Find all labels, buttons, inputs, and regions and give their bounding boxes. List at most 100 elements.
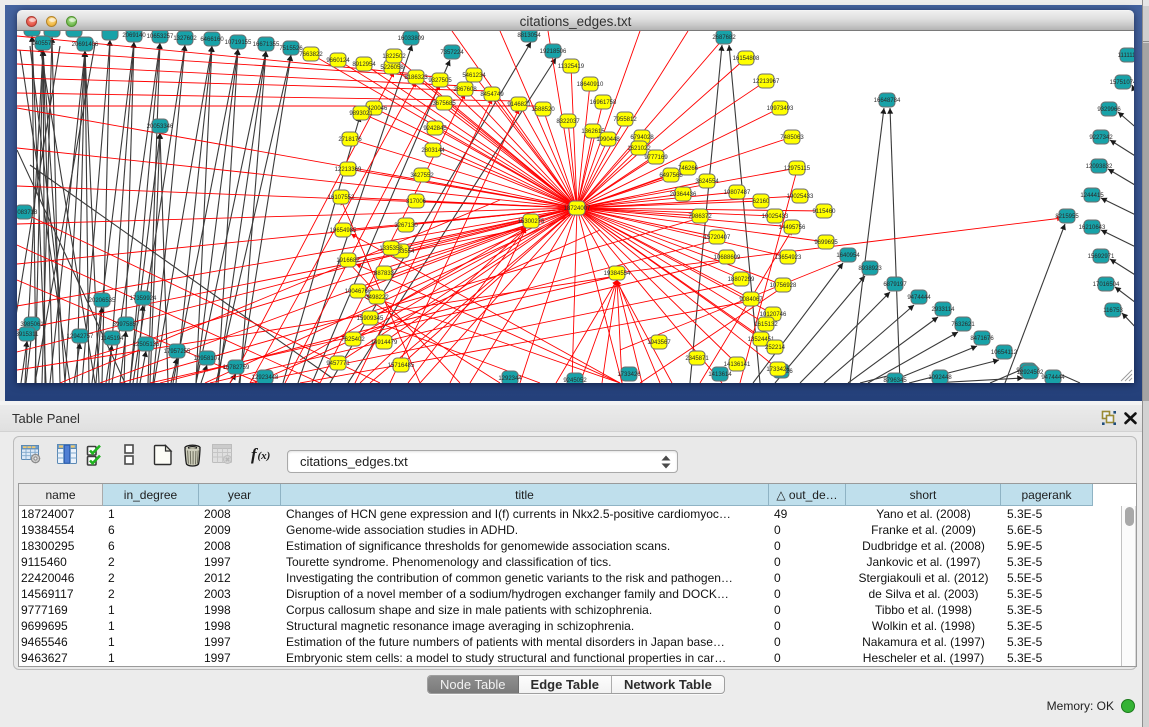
svg-text:10688609: 10688609: [714, 255, 741, 261]
svg-text:10756928: 10756928: [770, 283, 797, 289]
svg-text:1292344: 1292344: [498, 376, 522, 382]
svg-text:15751074: 15751074: [1110, 80, 1134, 86]
svg-text:10654112: 10654112: [991, 350, 1018, 356]
svg-text:2933114: 2933114: [932, 307, 956, 313]
svg-text:17359924: 17359924: [130, 296, 157, 302]
svg-text:1335358: 1335358: [379, 246, 403, 252]
svg-text:2687682: 2687682: [712, 35, 736, 41]
svg-text:9327505: 9327505: [428, 78, 452, 84]
svg-text:15692971: 15692971: [1088, 254, 1115, 260]
svg-text:1244415: 1244415: [1080, 193, 1104, 199]
svg-text:16210643: 16210643: [1079, 225, 1106, 231]
svg-text:9329966: 9329966: [1097, 107, 1121, 113]
svg-text:9245052: 9245052: [563, 378, 587, 383]
svg-text:317006: 317006: [406, 199, 427, 205]
svg-text:1588520: 1588520: [531, 107, 555, 113]
svg-text:2718176: 2718176: [338, 137, 362, 143]
svg-text:26083718: 26083718: [17, 210, 38, 216]
svg-text:12923448: 12923448: [252, 375, 279, 381]
svg-text:39975857: 39975857: [113, 322, 140, 328]
svg-text:1733426: 1733426: [617, 372, 641, 378]
svg-text:10719155: 10719155: [225, 40, 252, 46]
svg-text:12942757: 12942757: [67, 334, 94, 340]
svg-text:7357224: 7357224: [440, 50, 464, 56]
svg-text:3498222: 3498222: [365, 295, 389, 301]
svg-text:12505135: 12505135: [133, 342, 160, 348]
svg-text:3624554: 3624554: [695, 179, 719, 185]
svg-text:10807487: 10807487: [724, 190, 751, 196]
svg-text:9699695: 9699695: [814, 240, 838, 246]
svg-text:3267130: 3267130: [394, 223, 418, 229]
svg-text:10653257: 10653257: [147, 34, 174, 40]
svg-text:746266: 746266: [678, 166, 699, 172]
svg-text:15300275: 15300275: [518, 219, 545, 225]
svg-text:16107552: 16107552: [328, 195, 355, 201]
svg-text:18807299: 18807299: [728, 277, 755, 283]
svg-text:887833: 887833: [374, 271, 395, 277]
svg-text:9146821: 9146821: [507, 102, 531, 108]
svg-text:9457771: 9457771: [326, 361, 350, 367]
svg-text:14495756: 14495756: [779, 225, 806, 231]
svg-text:15716485: 15716485: [388, 363, 415, 369]
svg-text:10958107: 10958107: [194, 356, 221, 362]
svg-text:252214: 252214: [765, 345, 786, 351]
svg-text:9474444: 9474444: [1041, 375, 1065, 381]
svg-text:9242845: 9242845: [423, 126, 447, 132]
svg-text:1413614: 1413614: [708, 372, 732, 378]
svg-text:16033809: 16033809: [398, 36, 425, 42]
svg-text:1092448: 1092448: [928, 375, 952, 381]
svg-text:2069140: 2069140: [122, 33, 146, 39]
svg-text:16648784: 16648784: [874, 98, 901, 104]
svg-text:7663822: 7663822: [299, 52, 323, 58]
svg-text:7955812: 7955812: [613, 117, 637, 123]
svg-text:9777169: 9777169: [644, 155, 668, 161]
svg-text:20053346: 20053346: [147, 124, 174, 130]
svg-text:19384554: 19384554: [604, 271, 631, 277]
svg-text:3427552: 3427552: [410, 173, 434, 179]
svg-text:10973493: 10973493: [767, 106, 794, 112]
svg-text:15720407: 15720407: [704, 235, 731, 241]
svg-text:3915311: 3915311: [17, 332, 39, 338]
svg-text:9115460: 9115460: [813, 209, 837, 215]
svg-text:1111111: 1111111: [1118, 53, 1134, 59]
svg-text:12975115: 12975115: [784, 166, 811, 172]
svg-text:8471676: 8471676: [970, 336, 994, 342]
svg-text:9084067: 9084067: [739, 297, 763, 303]
svg-text:5461234: 5461234: [462, 73, 486, 79]
svg-text:13654923: 13654923: [775, 255, 802, 261]
svg-text:17957255: 17957255: [164, 349, 191, 355]
svg-text:19218506: 19218506: [540, 49, 567, 55]
svg-text:6879197: 6879197: [883, 282, 907, 288]
svg-text:14914479: 14914479: [371, 340, 398, 346]
svg-text:1615132: 1615132: [754, 322, 778, 328]
svg-text:10025433: 10025433: [762, 214, 789, 220]
svg-text:12213369: 12213369: [335, 167, 362, 173]
svg-text:7485063: 7485063: [780, 135, 804, 141]
svg-text:1640954: 1640954: [836, 253, 860, 259]
svg-text:3675685: 3675685: [432, 101, 456, 107]
svg-text:1145194: 1145194: [101, 336, 125, 342]
svg-text:8813054: 8813054: [517, 33, 541, 39]
svg-text:1327602: 1327602: [173, 36, 197, 42]
svg-text:19654985: 19654985: [330, 228, 357, 234]
svg-text:1943567: 1943567: [647, 340, 671, 346]
svg-text:1405572: 1405572: [31, 41, 55, 47]
svg-text:6794028: 6794028: [630, 135, 654, 141]
svg-text:8186323: 8186323: [404, 75, 428, 81]
svg-text:8796345: 8796345: [883, 378, 907, 383]
svg-text:62160: 62160: [753, 199, 770, 205]
svg-text:6466160: 6466160: [200, 37, 224, 43]
svg-text:14136141: 14136141: [724, 362, 751, 368]
svg-text:1733426: 1733426: [766, 367, 790, 373]
svg-text:1621022: 1621022: [627, 146, 651, 152]
svg-text:8454749: 8454749: [480, 92, 504, 98]
svg-text:1822502: 1822502: [382, 54, 406, 60]
svg-text:16782759: 16782759: [223, 365, 250, 371]
svg-text:11325419: 11325419: [558, 64, 585, 70]
svg-text:8912954: 8912954: [352, 62, 376, 68]
svg-text:1916682: 1916682: [336, 258, 360, 264]
svg-text:5226058: 5226058: [380, 65, 404, 71]
svg-text:8938923: 8938923: [858, 266, 882, 272]
svg-text:10025433: 10025433: [787, 194, 814, 200]
svg-text:7986372: 7986372: [688, 214, 712, 220]
